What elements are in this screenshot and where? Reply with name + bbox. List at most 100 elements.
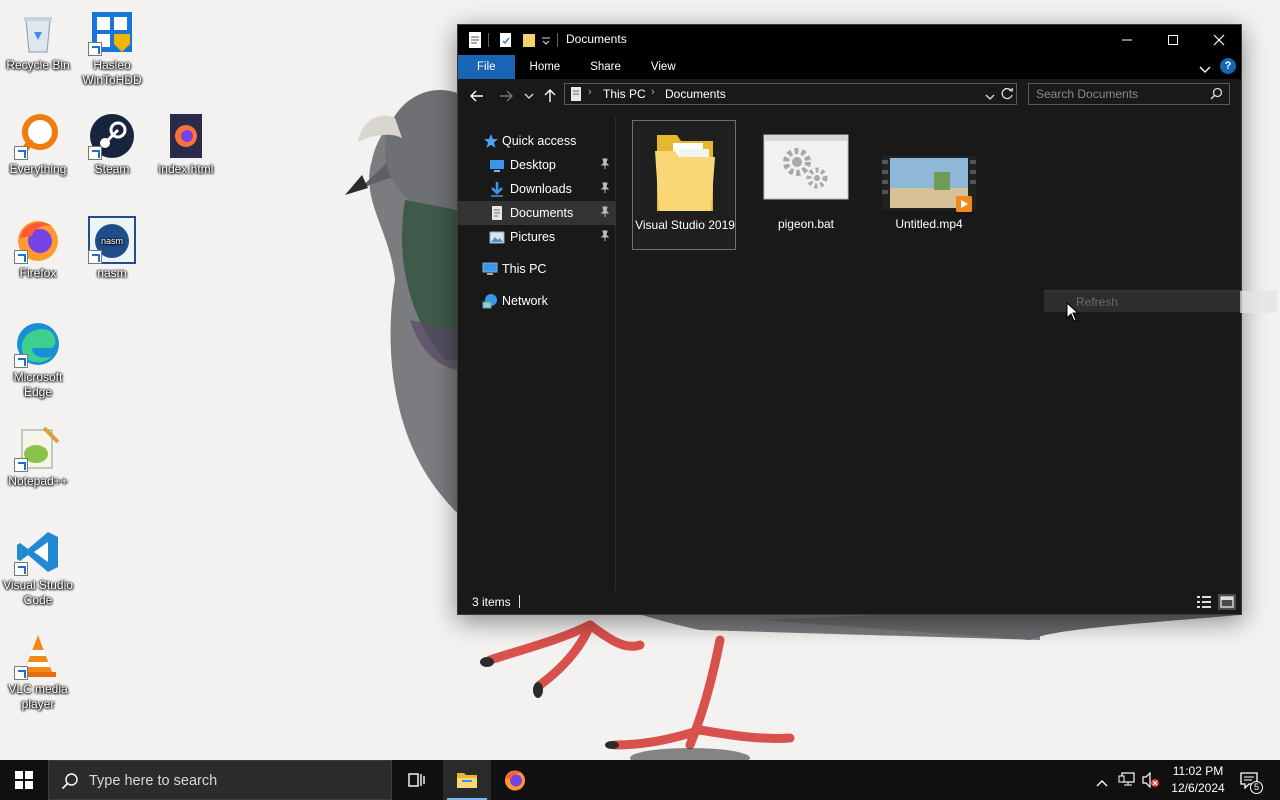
task-view-icon (408, 773, 425, 787)
file-item-visual-studio-2019[interactable]: Visual Studio 2019 (632, 120, 736, 250)
batch-file-gears-icon (754, 134, 858, 200)
desktop-icon-hasleo-wintohdd[interactable]: Hasleo WinToHDD (74, 8, 150, 88)
tab-file[interactable]: File (458, 55, 515, 79)
file-item-untitled-mp4[interactable]: Untitled.mp4 (877, 120, 981, 250)
desktop-folder-icon (489, 157, 505, 173)
notepad-plus-plus-icon (14, 424, 62, 472)
taskbar: Type here to search 11:02 PM 12/6/2024 5 (0, 760, 1280, 800)
file-item-pigeon-bat[interactable]: pigeon.bat (754, 120, 858, 250)
pin-icon[interactable] (600, 182, 610, 197)
recent-locations-chevron-icon[interactable] (520, 87, 538, 105)
breadcrumb-separator-icon: › (651, 86, 655, 98)
maximize-button[interactable] (1150, 25, 1196, 55)
qat-separator (488, 33, 489, 47)
breadcrumb-documents[interactable]: Documents (665, 87, 726, 101)
new-document-icon[interactable] (499, 31, 513, 49)
context-menu-item-refresh[interactable]: Refresh (1076, 295, 1118, 309)
clock-date: 12/6/2024 (1171, 781, 1225, 795)
desktop-icon-visual-studio-code[interactable]: Visual Studio Code (0, 528, 76, 608)
pin-icon[interactable] (600, 230, 610, 245)
taskbar-search-placeholder: Type here to search (89, 773, 218, 789)
show-hidden-icons-chevron-icon[interactable] (1096, 774, 1108, 792)
details-view-icon[interactable] (1195, 594, 1213, 610)
wintohdd-icon (88, 8, 136, 56)
search-box[interactable] (1028, 83, 1230, 105)
expand-ribbon-chevron-icon[interactable] (1199, 61, 1211, 79)
tab-home[interactable]: Home (515, 55, 576, 79)
folder-icon (633, 129, 737, 215)
sidebar-item-desktop[interactable]: Desktop (458, 153, 616, 177)
close-button[interactable] (1196, 25, 1242, 55)
shortcut-arrow-icon (88, 42, 102, 56)
desktop-icon-index-html[interactable]: index.html (148, 112, 224, 177)
tab-view[interactable]: View (636, 55, 691, 79)
desktop-icon-nasm[interactable]: nasm nasm (74, 216, 150, 281)
address-bar[interactable]: › This PC › Documents (564, 83, 1017, 105)
taskbar-search-box[interactable]: Type here to search (48, 760, 392, 800)
sidebar-item-network[interactable]: Network (458, 289, 616, 313)
desktop-icon-microsoft-edge[interactable]: Microsoft Edge (0, 320, 76, 400)
shortcut-arrow-icon (14, 666, 28, 680)
nav-label: Quick access (502, 134, 577, 148)
forward-arrow-icon[interactable] (497, 87, 515, 105)
properties-icon[interactable] (468, 31, 482, 49)
desktop-icon-label: VLC media player (8, 682, 68, 711)
context-menu-edge (1240, 291, 1277, 313)
desktop-icon-label: Firefox (19, 266, 57, 280)
desktop-icon-recycle-bin[interactable]: Recycle Bin (0, 8, 76, 73)
pin-icon[interactable] (600, 158, 610, 173)
refresh-icon[interactable] (1001, 87, 1014, 103)
system-clock[interactable]: 11:02 PM 12/6/2024 (1164, 763, 1232, 797)
minimize-icon (1122, 39, 1132, 41)
shortcut-arrow-icon (14, 354, 28, 368)
minimize-button[interactable] (1104, 25, 1150, 55)
document-icon (489, 205, 505, 221)
start-button[interactable] (0, 760, 48, 800)
download-arrow-icon (489, 181, 505, 197)
breadcrumb-this-pc[interactable]: This PC (603, 87, 646, 101)
desktop-icon-vlc[interactable]: VLC media player (0, 632, 76, 712)
nav-quick-access[interactable]: Quick access (458, 129, 616, 153)
windows-logo-icon (15, 771, 33, 789)
nav-label: Pictures (510, 230, 556, 244)
documents-location-icon (570, 86, 582, 105)
title-bar[interactable]: Documents (458, 25, 1241, 55)
large-icons-view-icon[interactable] (1218, 594, 1236, 610)
star-icon (483, 133, 499, 149)
network-status-icon[interactable] (1118, 772, 1136, 793)
qat-customize-chevron-icon[interactable] (541, 34, 551, 52)
desktop-icon-firefox[interactable]: Firefox (0, 216, 76, 281)
taskbar-firefox[interactable] (491, 760, 539, 800)
file-explorer-window[interactable]: Documents File Home Share View ? › This … (457, 24, 1242, 615)
nav-label: Desktop (510, 158, 556, 172)
pin-icon[interactable] (600, 206, 610, 221)
shortcut-arrow-icon (88, 146, 102, 160)
tab-share[interactable]: Share (575, 55, 636, 79)
search-input[interactable] (1036, 86, 1206, 102)
nav-label: Documents (510, 206, 574, 220)
up-arrow-icon[interactable] (541, 87, 559, 105)
help-icon[interactable]: ? (1220, 58, 1236, 74)
taskbar-file-explorer[interactable] (443, 760, 491, 800)
file-name: Untitled.mp4 (895, 217, 963, 231)
ribbon-tabs: File Home Share View (458, 55, 1241, 79)
item-count: 3 items (472, 595, 511, 609)
address-history-chevron-icon[interactable] (985, 90, 995, 104)
desktop-icon-label: Visual Studio Code (3, 578, 73, 607)
task-view-button[interactable] (392, 760, 440, 800)
desktop-icon-notepad-plus-plus[interactable]: Notepad++ (0, 424, 76, 489)
everything-search-icon (14, 112, 62, 160)
file-list-area[interactable]: Visual Studio 2019 pigeon.bat Untitled.m… (616, 117, 1241, 591)
sidebar-item-documents[interactable]: Documents (458, 201, 616, 225)
back-arrow-icon[interactable] (468, 87, 486, 105)
sidebar-item-this-pc[interactable]: This PC (458, 257, 616, 281)
status-bar: 3 items (458, 590, 1241, 614)
desktop-icon-steam[interactable]: Steam (74, 112, 150, 177)
desktop-icon-everything[interactable]: Everything (0, 112, 76, 177)
volume-muted-icon[interactable] (1142, 771, 1160, 793)
sidebar-item-pictures[interactable]: Pictures (458, 225, 616, 249)
new-folder-icon[interactable] (522, 31, 536, 49)
shortcut-arrow-icon (14, 250, 28, 264)
steam-icon (88, 112, 136, 160)
sidebar-item-downloads[interactable]: Downloads (458, 177, 616, 201)
